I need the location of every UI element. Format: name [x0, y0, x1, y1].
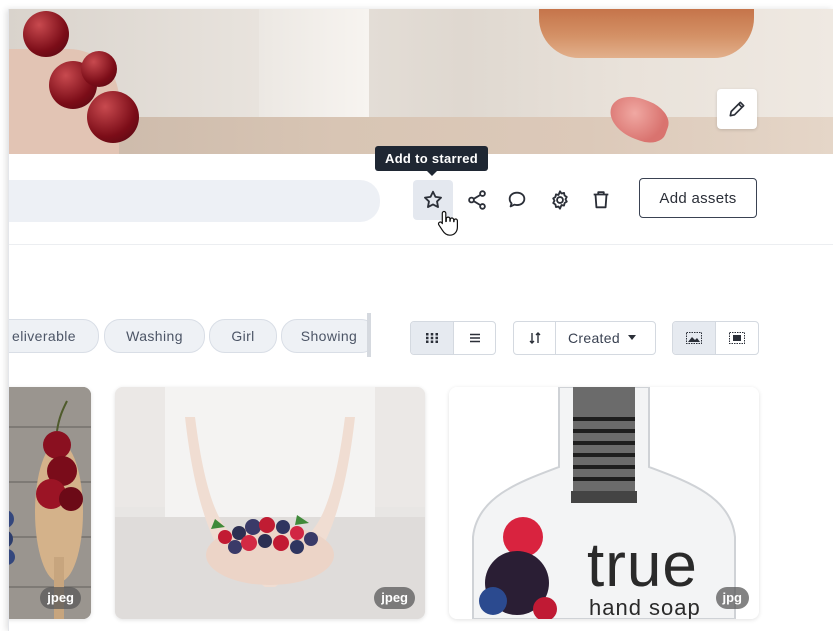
share-icon	[468, 190, 486, 210]
tag-chip[interactable]: eliverable	[9, 319, 99, 353]
cover-plate	[539, 9, 754, 58]
search-input[interactable]	[9, 180, 380, 222]
asset-card[interactable]: true hand soap jpg	[449, 387, 759, 619]
settings-icon	[552, 190, 568, 210]
tag-chip[interactable]: Girl	[209, 319, 277, 353]
hand-cursor-icon	[437, 210, 458, 236]
tag-filter-bar: eliverable Washing Girl Showing	[9, 319, 369, 355]
soap-brand-text: true	[587, 531, 698, 600]
cover-cherry	[81, 51, 117, 87]
sort-icon	[529, 332, 540, 344]
file-type-badge: jpeg	[40, 587, 81, 609]
page-frame: Add assets Add to starred eliverable Was…	[8, 9, 833, 631]
starred-tooltip: Add to starred	[375, 146, 489, 176]
file-type-badge: jpeg	[374, 587, 415, 609]
layout-toggle	[410, 321, 496, 355]
sort-field-label: Created	[568, 330, 620, 346]
tag-chip[interactable]: Showing	[281, 319, 369, 353]
cover-image	[9, 9, 833, 154]
fit-thumbnail-button[interactable]	[716, 322, 758, 354]
comment-icon	[508, 191, 526, 208]
fill-thumbnail-button[interactable]	[673, 322, 715, 354]
fit-thumbnail-icon	[729, 332, 745, 344]
asset-thumbnail	[9, 387, 91, 619]
pencil-icon	[729, 101, 745, 117]
share-button[interactable]	[457, 180, 497, 220]
asset-card[interactable]: jpeg	[9, 387, 91, 619]
grid-view-button[interactable]	[411, 322, 453, 354]
comment-button[interactable]	[497, 180, 537, 220]
settings-button[interactable]	[540, 180, 580, 220]
tags-scroll-edge	[367, 313, 371, 357]
edit-cover-button[interactable]	[717, 89, 757, 129]
sort-control: Created	[513, 321, 656, 355]
sort-field-dropdown[interactable]: Created	[556, 322, 644, 354]
tag-chip[interactable]: Washing	[104, 319, 205, 353]
caret-down-icon	[627, 335, 636, 340]
asset-thumbnail	[115, 387, 425, 619]
trash-icon	[593, 191, 609, 209]
delete-button[interactable]	[581, 180, 621, 220]
file-type-badge: jpg	[715, 587, 749, 609]
cover-cherry	[87, 91, 139, 143]
list-view-button[interactable]	[454, 322, 495, 354]
fill-thumbnail-icon	[686, 332, 702, 344]
thumbnail-mode-toggle	[672, 321, 759, 355]
grid-view-icon	[426, 333, 438, 343]
sort-direction-button[interactable]	[514, 322, 555, 354]
soap-sub-text: hand soap	[589, 595, 701, 619]
list-view-icon	[469, 333, 480, 343]
add-assets-button[interactable]: Add assets	[639, 178, 757, 218]
asset-card[interactable]: jpeg	[115, 387, 425, 619]
star-icon	[424, 190, 442, 208]
cover-cherry	[23, 11, 69, 57]
